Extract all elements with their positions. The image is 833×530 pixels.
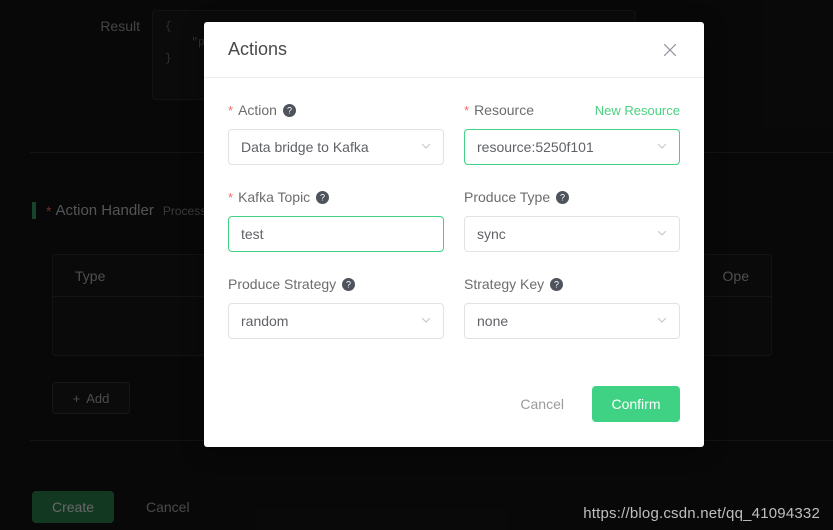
field-kafka-topic: * Kafka Topic ? — [228, 187, 444, 252]
field-action-label-row: * Action ? — [228, 100, 444, 120]
svg-text:?: ? — [554, 279, 559, 289]
resource-select[interactable]: resource:5250f101 — [464, 129, 680, 165]
produce-strategy-select-value: random — [241, 313, 289, 329]
question-circle-icon[interactable]: ? — [550, 277, 564, 291]
field-strategy-key-label-row: Strategy Key ? — [464, 274, 680, 294]
form-grid: * Action ? Data bridge to Kafka * Resour… — [228, 100, 680, 361]
produce-strategy-select[interactable]: random — [228, 303, 444, 339]
dialog-title: Actions — [228, 39, 288, 59]
chevron-down-icon — [656, 226, 668, 242]
question-circle-icon[interactable]: ? — [316, 190, 330, 204]
new-resource-link[interactable]: New Resource — [595, 103, 680, 118]
dialog-footer: Cancel Confirm — [204, 361, 704, 447]
field-resource-label-row: * Resource New Resource — [464, 100, 680, 120]
svg-text:?: ? — [287, 105, 292, 115]
field-produce-type: Produce Type ? sync — [464, 187, 680, 252]
question-circle-icon[interactable]: ? — [282, 103, 296, 117]
close-icon[interactable] — [658, 38, 682, 62]
strategy-key-select-value: none — [477, 313, 509, 329]
field-kafka-topic-label: Kafka Topic — [238, 189, 311, 205]
field-produce-strategy-label: Produce Strategy — [228, 276, 337, 292]
required-asterisk: * — [228, 102, 234, 118]
chevron-down-icon — [656, 139, 668, 155]
svg-text:?: ? — [346, 279, 351, 289]
chevron-down-icon — [656, 313, 668, 329]
dialog-confirm-button[interactable]: Confirm — [592, 386, 680, 422]
chevron-down-icon — [420, 139, 432, 155]
dialog-cancel-button[interactable]: Cancel — [510, 388, 574, 420]
dialog-body: * Action ? Data bridge to Kafka * Resour… — [204, 78, 704, 361]
kafka-topic-input-wrapper[interactable] — [228, 216, 444, 252]
field-produce-type-label: Produce Type — [464, 189, 551, 205]
svg-text:?: ? — [560, 192, 565, 202]
question-circle-icon[interactable]: ? — [342, 277, 356, 291]
kafka-topic-input[interactable] — [241, 226, 431, 242]
field-resource: * Resource New Resource resource:5250f10… — [464, 100, 680, 165]
svg-text:?: ? — [320, 192, 325, 202]
field-action-label: Action — [238, 102, 277, 118]
dialog-header: Actions — [204, 22, 704, 78]
strategy-key-select[interactable]: none — [464, 303, 680, 339]
field-strategy-key: Strategy Key ? none — [464, 274, 680, 339]
action-select[interactable]: Data bridge to Kafka — [228, 129, 444, 165]
field-strategy-key-label: Strategy Key — [464, 276, 545, 292]
field-resource-label: Resource — [474, 102, 534, 118]
required-asterisk: * — [464, 102, 470, 118]
resource-select-value: resource:5250f101 — [477, 139, 594, 155]
chevron-down-icon — [420, 313, 432, 329]
field-produce-strategy: Produce Strategy ? random — [228, 274, 444, 339]
required-asterisk: * — [228, 189, 234, 205]
field-kafka-topic-label-row: * Kafka Topic ? — [228, 187, 444, 207]
question-circle-icon[interactable]: ? — [556, 190, 570, 204]
produce-type-select[interactable]: sync — [464, 216, 680, 252]
watermark-text: https://blog.csdn.net/qq_41094332 — [583, 505, 820, 522]
field-action: * Action ? Data bridge to Kafka — [228, 100, 444, 165]
actions-dialog: Actions * Action ? Data bridge to Kafka … — [204, 22, 704, 447]
produce-type-select-value: sync — [477, 226, 506, 242]
action-select-value: Data bridge to Kafka — [241, 139, 369, 155]
field-produce-strategy-label-row: Produce Strategy ? — [228, 274, 444, 294]
field-produce-type-label-row: Produce Type ? — [464, 187, 680, 207]
